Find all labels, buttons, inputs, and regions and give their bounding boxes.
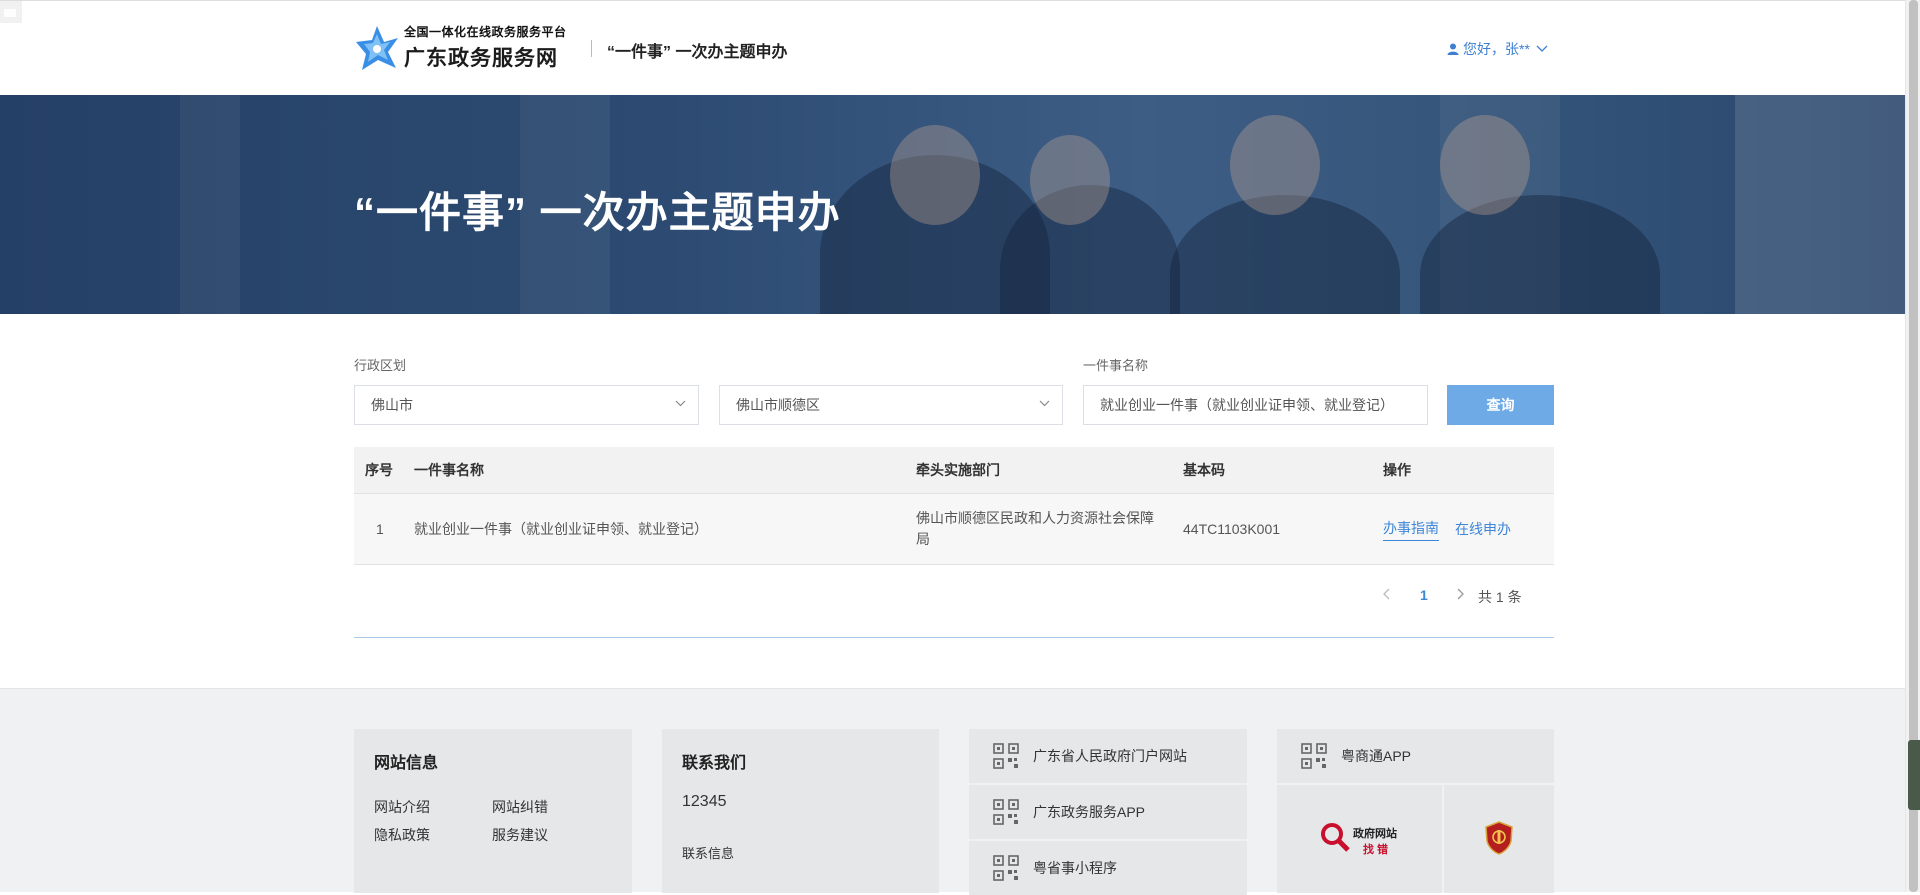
window-corner-icon — [0, 1, 22, 23]
site-footer: 网站信息 网站介绍 网站纠错 隐私政策 服务建议 联系我们 12345 联系信息… — [0, 688, 1905, 895]
site-info-title: 网站信息 — [374, 755, 439, 772]
gd-gov-app-label: 广东政务服务APP — [1033, 804, 1146, 820]
hero-banner: “一件事” 一次办主题申办 — [0, 95, 1905, 314]
section-divider — [354, 637, 1554, 638]
qr-code-icon — [993, 855, 1019, 881]
side-float-widget[interactable] — [1908, 740, 1920, 810]
contact-box: 联系我们 12345 联系信息 — [662, 729, 939, 893]
contact-info-link[interactable]: 联系信息 — [682, 843, 734, 862]
banner-title: “一件事” 一次办主题申办 — [354, 189, 841, 236]
qr-code-icon — [993, 743, 1019, 769]
contact-title: 联系我们 — [682, 755, 747, 772]
row-dept: 佛山市顺德区民政和人力资源社会保障局 — [916, 510, 1154, 547]
contact-phone: 12345 — [682, 793, 727, 810]
query-button[interactable]: 查询 — [1447, 385, 1554, 425]
user-menu[interactable]: 您好，张** — [1447, 39, 1552, 59]
col-op-header: 操作 — [1383, 462, 1411, 478]
site-intro-link[interactable]: 网站介绍 — [374, 797, 430, 817]
header-page-title: “一件事” 一次办主题申办 — [607, 44, 788, 61]
chevron-right-icon[interactable] — [1457, 588, 1465, 600]
user-greeting: 您好，张** — [1463, 41, 1530, 57]
col-name-header: 一件事名称 — [414, 462, 484, 478]
site-info-box: 网站信息 网站介绍 网站纠错 隐私政策 服务建议 — [354, 729, 632, 893]
logo-star-icon — [356, 25, 398, 70]
row-index: 1 — [376, 521, 384, 537]
gd-gov-portal-label: 广东省人民政府门户网站 — [1033, 748, 1187, 764]
table-header: 序号 一件事名称 牵头实施部门 基本码 操作 — [354, 447, 1554, 494]
name-input-value: 就业创业一件事（就业创业证申领、就业登记） — [1100, 397, 1394, 413]
chevron-down-icon — [675, 400, 686, 407]
qr-links: 广东省人民政府门户网站 广东政务服务APP 粤省事小程序 — [969, 729, 1247, 895]
police-emblem-icon — [1485, 821, 1513, 855]
page-number[interactable]: 1 — [1420, 587, 1428, 603]
yueshengshi-label: 粤省事小程序 — [1033, 860, 1117, 876]
city-select-value: 佛山市 — [371, 397, 413, 413]
district-select-value: 佛山市顺德区 — [736, 397, 820, 413]
site-logo[interactable]: 全国一体化在线政务服务平台 广东政务服务网 — [354, 23, 567, 72]
police-record-badge[interactable] — [1444, 785, 1554, 893]
gd-gov-portal-link[interactable]: 广东省人民政府门户网站 — [969, 729, 1247, 783]
col-code-header: 基本码 — [1183, 462, 1225, 478]
row-name: 就业创业一件事（就业创业证申领、就业登记） — [414, 521, 708, 537]
logo-title: 广东政务服务网 — [404, 47, 558, 70]
table-row: 1 就业创业一件事（就业创业证申领、就业登记） 佛山市顺德区民政和人力资源社会保… — [354, 494, 1554, 565]
col-index-header: 序号 — [365, 462, 393, 478]
region-label: 行政区划 — [354, 358, 407, 373]
site-correction-link[interactable]: 网站纠错 — [492, 797, 548, 817]
city-select[interactable]: 佛山市 — [354, 385, 699, 425]
col-dept-header: 牵头实施部门 — [916, 462, 1000, 478]
gov-site-error-badge[interactable]: 政府网站 找错 — [1277, 785, 1442, 893]
qr-code-icon — [993, 799, 1019, 825]
row-code: 44TC1103K001 — [1183, 521, 1281, 537]
yueshengshi-link[interactable]: 粤省事小程序 — [969, 841, 1247, 895]
district-select[interactable]: 佛山市顺德区 — [719, 385, 1063, 425]
pagination: 1 共 1 条 — [354, 582, 1554, 612]
chevron-down-icon — [1536, 45, 1548, 52]
total-count: 共 1 条 — [1478, 589, 1522, 605]
badge-text-line2: 找错 — [1363, 844, 1391, 856]
site-header: 全国一体化在线政务服务平台 广东政务服务网 “一件事” 一次办主题申办 您好，张… — [0, 0, 1920, 95]
user-icon — [1447, 43, 1459, 55]
yueshangtong-label: 粤商通APP — [1341, 748, 1412, 764]
qr-code-icon — [1301, 743, 1327, 769]
name-label: 一件事名称 — [1083, 358, 1149, 373]
magnifier-icon — [1321, 823, 1350, 852]
badge-text-line1: 政府网站 — [1353, 828, 1397, 840]
header-separator — [591, 40, 592, 57]
chevron-left-icon[interactable] — [1382, 588, 1390, 600]
privacy-link[interactable]: 隐私政策 — [374, 825, 430, 845]
guide-link[interactable]: 办事指南 — [1383, 518, 1439, 541]
app-badges: 粤商通APP 政府网站 找错 — [1277, 729, 1554, 893]
chevron-down-icon — [1039, 400, 1050, 407]
gd-gov-app-link[interactable]: 广东政务服务APP — [969, 785, 1247, 839]
results-table: 序号 一件事名称 牵头实施部门 基本码 操作 1 就业创业一件事（就业创业证申领… — [354, 447, 1554, 565]
apply-online-link[interactable]: 在线申办 — [1455, 519, 1511, 539]
yueshangtong-link[interactable]: 粤商通APP — [1277, 729, 1554, 783]
logo-subtitle: 全国一体化在线政务服务平台 — [404, 25, 567, 39]
search-filters: 行政区划 佛山市 佛山市顺德区 一件事名称 就业创业一件事（就业创业证申领、就业… — [354, 355, 1554, 425]
feedback-link[interactable]: 服务建议 — [492, 825, 548, 845]
name-input[interactable]: 就业创业一件事（就业创业证申领、就业登记） — [1083, 385, 1428, 425]
